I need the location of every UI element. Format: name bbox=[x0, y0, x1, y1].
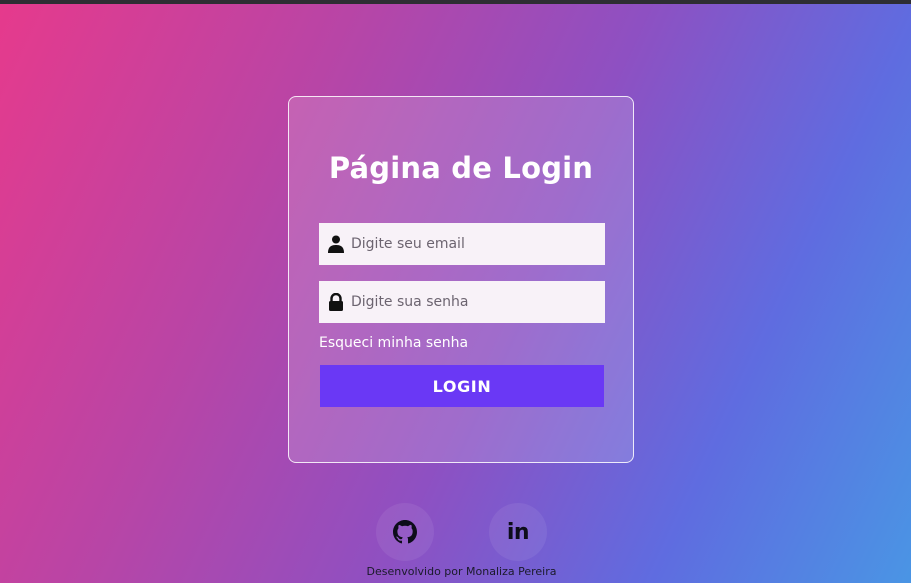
footer-credit: Desenvolvido por Monaliza Pereira bbox=[366, 565, 557, 578]
github-link[interactable] bbox=[376, 503, 434, 561]
linkedin-icon: in bbox=[506, 519, 530, 545]
window-top-bar bbox=[0, 0, 911, 4]
login-button[interactable]: LOGIN bbox=[320, 365, 604, 407]
password-input[interactable] bbox=[351, 281, 599, 323]
github-icon bbox=[393, 520, 417, 544]
page-title: Página de Login bbox=[328, 151, 594, 185]
forgot-password-link[interactable]: Esqueci minha senha bbox=[319, 335, 468, 351]
user-icon bbox=[328, 235, 344, 253]
email-input[interactable] bbox=[351, 223, 599, 265]
email-field[interactable] bbox=[319, 223, 605, 265]
password-field[interactable] bbox=[319, 281, 605, 323]
login-card: Página de Login Esqueci minha senha LOGI… bbox=[288, 96, 634, 463]
lock-icon bbox=[329, 293, 343, 311]
linkedin-link[interactable]: in bbox=[489, 503, 547, 561]
